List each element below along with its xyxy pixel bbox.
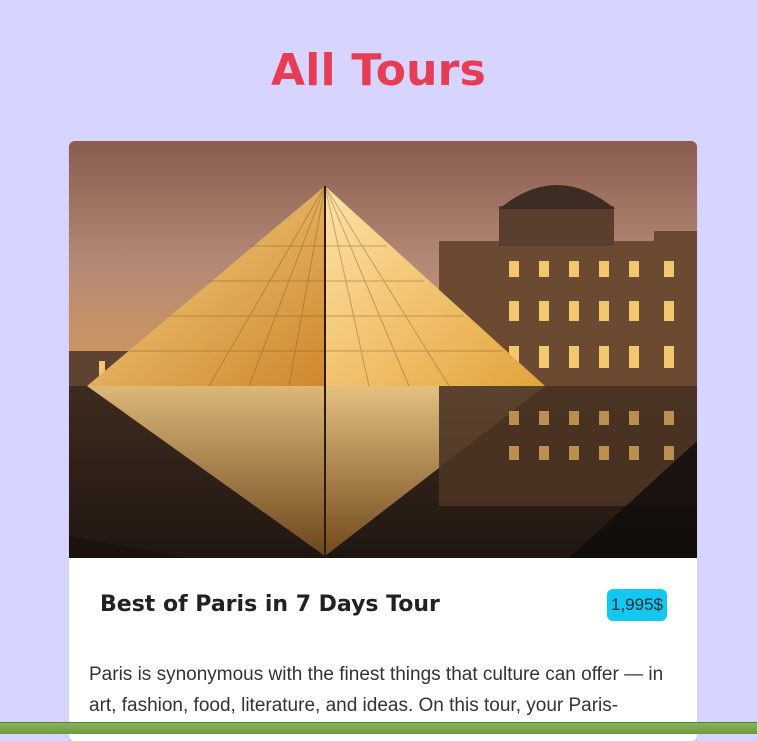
tour-card: Best of Paris in 7 Days Tour 1,995$ Pari…	[69, 141, 697, 741]
tour-description: Paris is synonymous with the finest thin…	[89, 664, 664, 716]
bottom-taskbar-strip	[0, 722, 757, 734]
price-badge: 1,995$	[607, 589, 667, 621]
tour-image	[69, 141, 697, 558]
page-title: All Tours	[271, 45, 486, 97]
tour-title: Best of Paris in 7 Days Tour	[100, 592, 440, 617]
